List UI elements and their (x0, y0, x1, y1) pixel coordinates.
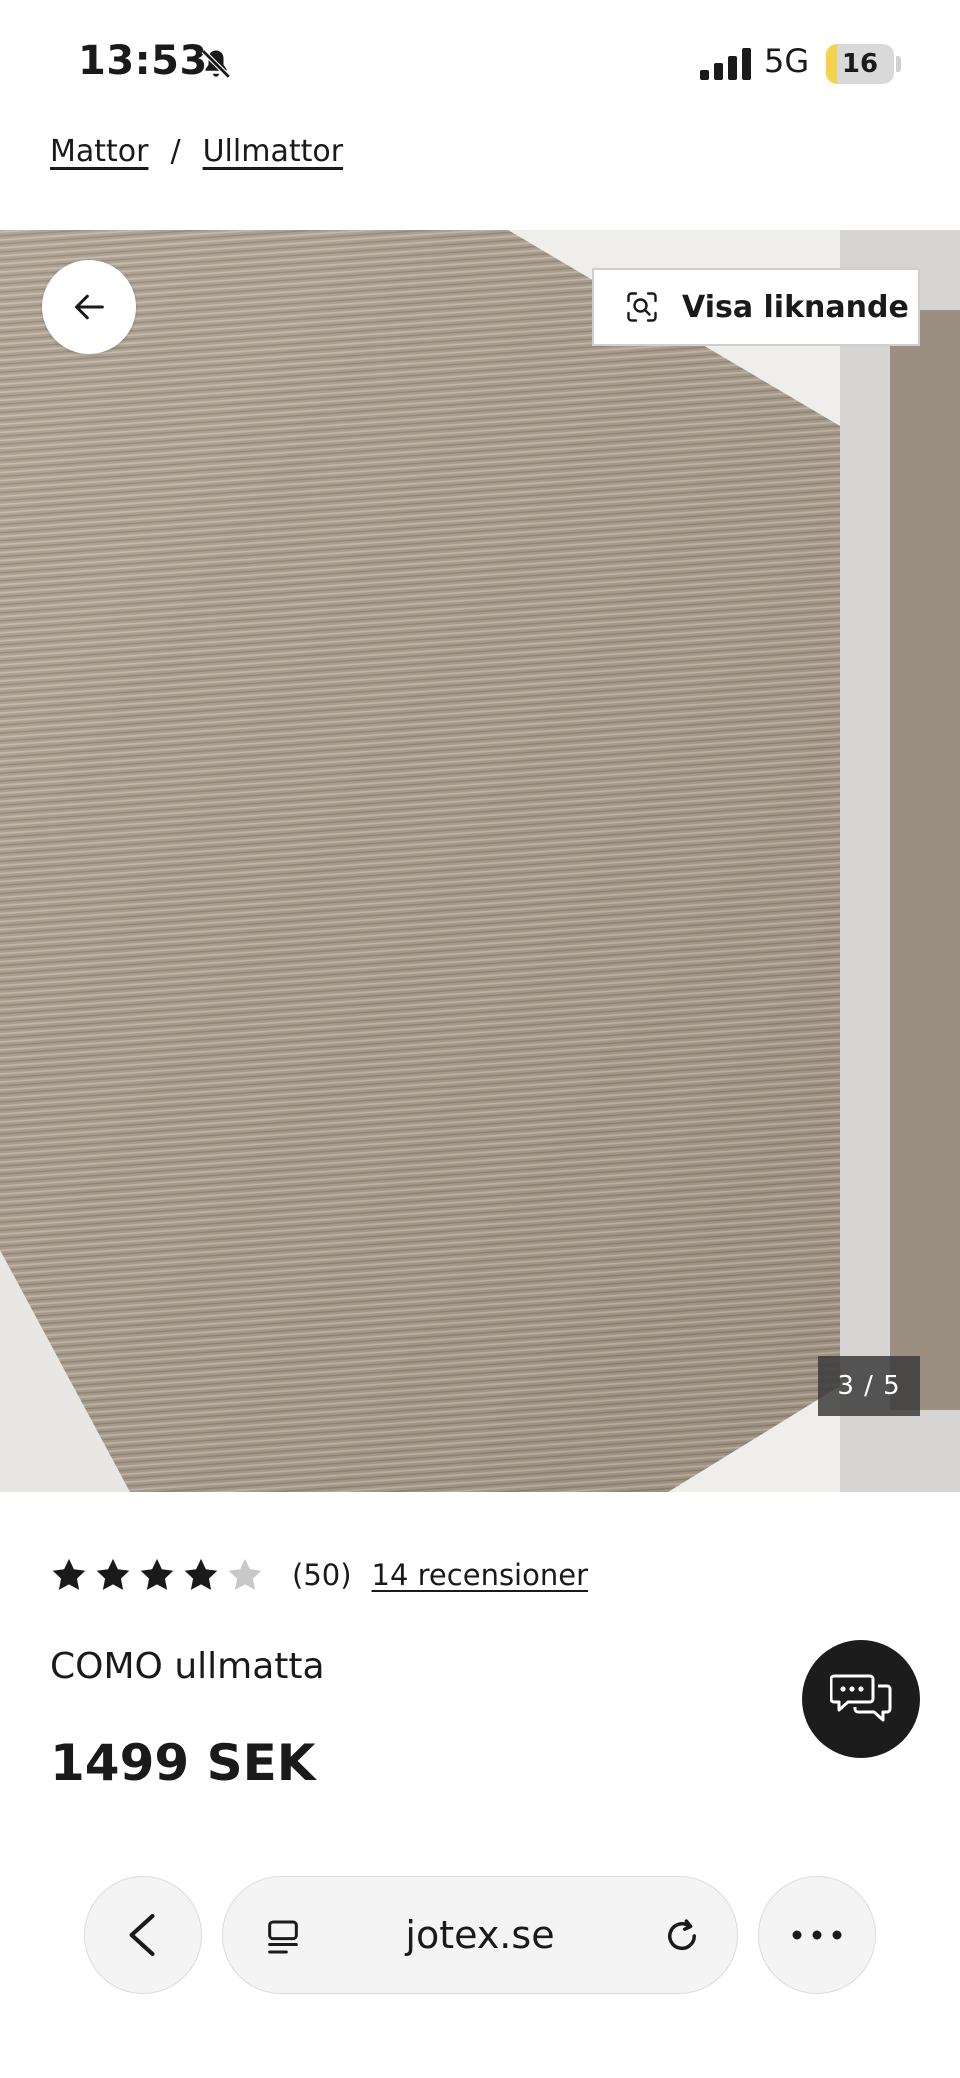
reload-icon[interactable] (661, 1915, 703, 1957)
star-filled-icon (96, 1558, 130, 1590)
battery-icon: 16 (826, 44, 894, 84)
breadcrumb-separator: / (170, 134, 181, 169)
product-title: COMO ullmatta (50, 1646, 325, 1687)
battery-tip (896, 56, 901, 72)
battery-level: 16 (841, 49, 879, 79)
browser-back-button[interactable] (84, 1876, 202, 1994)
star-filled-icon (52, 1558, 86, 1590)
cellular-signal-icon (700, 48, 751, 80)
back-button[interactable] (42, 260, 136, 354)
breadcrumb-item-mattor[interactable]: Mattor (50, 134, 148, 169)
product-gallery[interactable]: Visa liknande 3 / 5 (0, 230, 960, 1492)
chevron-left-icon (129, 1913, 155, 1957)
image-counter: 3 / 5 (818, 1356, 920, 1416)
show-similar-button[interactable]: Visa liknande (592, 268, 920, 346)
product-price: 1499 SEK (50, 1734, 316, 1792)
more-icon (792, 1930, 842, 1940)
product-image[interactable] (0, 230, 840, 1492)
status-time: 13:53 (78, 38, 208, 84)
visual-search-icon (627, 292, 657, 322)
rating-row: (50) 14 recensioner (50, 1556, 588, 1594)
browser-more-button[interactable] (758, 1876, 876, 1994)
reviews-link[interactable]: 14 recensioner (372, 1558, 588, 1592)
chat-button[interactable] (802, 1640, 920, 1758)
star-rating (50, 1556, 264, 1594)
url-text: jotex.se (405, 1913, 555, 1957)
status-bar: 13:53 5G 16 (0, 0, 960, 120)
star-filled-icon (140, 1558, 174, 1590)
address-bar[interactable]: jotex.se (222, 1876, 738, 1994)
browser-toolbar: jotex.se (0, 1830, 960, 2078)
chat-bubbles-icon (830, 1674, 892, 1722)
next-image-preview[interactable] (840, 230, 960, 1492)
rug-photo (0, 230, 840, 1492)
breadcrumb: Mattor / Ullmattor (50, 134, 343, 169)
star-empty-icon (228, 1558, 262, 1590)
breadcrumb-item-ullmattor[interactable]: Ullmattor (203, 134, 343, 169)
star-filled-icon (184, 1558, 218, 1590)
next-rug-preview (890, 310, 960, 1410)
rating-count: (50) (292, 1558, 352, 1592)
network-label: 5G (764, 42, 810, 80)
show-similar-label: Visa liknande (682, 289, 909, 325)
bell-slash-icon (201, 49, 231, 79)
arrow-left-icon (75, 294, 104, 320)
